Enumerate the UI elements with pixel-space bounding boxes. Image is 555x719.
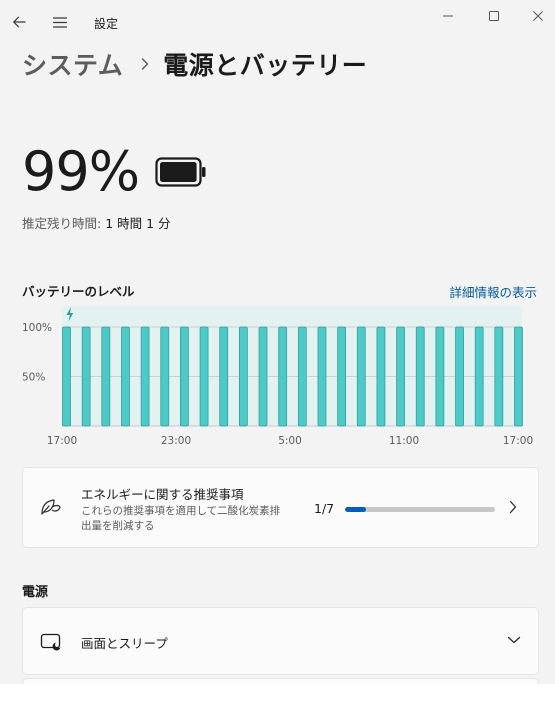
- energy-recommendations-description: これらの推奨事項を適用して二酸化炭素排 出量を削減する: [81, 504, 301, 534]
- battery-level-bar: [415, 326, 425, 427]
- remaining-time-label: 推定残り時間:: [22, 216, 102, 231]
- battery-level-bar: [258, 326, 268, 427]
- remaining-time-value: 1 時間 1 分: [105, 216, 171, 231]
- details-link[interactable]: 詳細情報の表示: [449, 282, 537, 301]
- battery-level-bar: [474, 326, 484, 427]
- battery-level-bar: [199, 326, 209, 427]
- battery-level-bar: [396, 326, 405, 427]
- battery-level-chart[interactable]: 100% 50% 17:00 23:00 5:00 11:00 17:00: [0, 300, 555, 460]
- battery-level-bar: [180, 326, 189, 427]
- battery-level-bar: [376, 326, 386, 427]
- chevron-right-icon: [509, 500, 517, 514]
- energy-recommendations-title: エネルギーに関する推奨事項: [81, 487, 244, 502]
- y-tick-label: 100%: [22, 322, 52, 334]
- minimize-button[interactable]: [431, 4, 465, 28]
- x-tick-label: 23:00: [161, 435, 191, 447]
- remaining-time: 推定残り時間: 1 時間 1 分: [22, 213, 171, 232]
- recommendation-progress-fill: [345, 507, 367, 512]
- recommendation-progress-bar: [345, 507, 495, 512]
- minimize-icon: [443, 15, 453, 17]
- battery-level-bar: [455, 326, 464, 427]
- battery-percentage: 99%: [22, 140, 140, 203]
- back-arrow-icon: [13, 16, 26, 28]
- y-tick-label: 50%: [22, 372, 45, 384]
- battery-level-bar: [238, 326, 248, 427]
- battery-level-bar: [317, 326, 327, 427]
- battery-level-bar: [140, 326, 150, 427]
- battery-level-bar: [514, 326, 523, 427]
- close-button[interactable]: [521, 4, 555, 28]
- screen-and-sleep-label: 画面とスリープ: [81, 636, 168, 651]
- settings-window: 設定 システム 電源とバッテリー 99% 推定残り時間: 1 時間 1 分 バッ…: [0, 0, 555, 684]
- breadcrumb-parent-system[interactable]: システム: [22, 46, 123, 82]
- battery-level-bar: [356, 326, 366, 427]
- battery-full-icon: [155, 157, 206, 187]
- hamburger-menu-icon: [53, 16, 67, 28]
- screen-and-sleep-item[interactable]: 画面とスリープ: [22, 607, 539, 675]
- breadcrumb: システム 電源とバッテリー: [22, 46, 367, 82]
- app-title: 設定: [94, 17, 119, 31]
- recommendation-count: 1/7: [314, 501, 335, 516]
- x-tick-label: 17:00: [47, 435, 77, 447]
- title-bar: 設定: [0, 0, 555, 40]
- x-tick-label: 5:00: [278, 435, 302, 447]
- battery-level-bar: [101, 326, 111, 427]
- maximize-button[interactable]: [477, 4, 511, 28]
- energy-recommendations-card[interactable]: エネルギーに関する推奨事項 これらの推奨事項を適用して二酸化炭素排 出量を削減す…: [22, 467, 539, 548]
- battery-level-bar: [160, 326, 170, 427]
- leaf-recommendation-icon: [41, 499, 61, 515]
- x-tick-label: 17:00: [503, 435, 533, 447]
- page-title: 電源とバッテリー: [163, 51, 368, 80]
- battery-level-bar: [297, 326, 307, 427]
- breadcrumb-separator: [141, 58, 149, 70]
- battery-level-bar: [494, 326, 504, 427]
- next-setting-item[interactable]: [22, 678, 539, 684]
- x-tick-label: 11:00: [389, 435, 419, 447]
- battery-level-bar: [81, 326, 91, 427]
- chevron-right-icon: [142, 58, 149, 70]
- battery-level-bar: [337, 326, 347, 427]
- energy-description-line-2: 出量を削減する: [81, 520, 155, 532]
- maximize-icon: [489, 11, 499, 21]
- battery-level-bar: [219, 326, 229, 427]
- back-button[interactable]: [4, 8, 34, 36]
- chevron-down-icon: [507, 636, 521, 644]
- battery-level-bar: [62, 326, 71, 427]
- battery-level-title: バッテリーのレベル: [22, 284, 135, 299]
- battery-level-bar: [278, 326, 288, 427]
- screen-sleep-icon: [40, 633, 61, 651]
- charging-period-band: [62, 306, 522, 426]
- close-icon: [533, 11, 543, 21]
- battery-level-bar: [121, 326, 130, 427]
- energy-description-line-1: これらの推奨事項を適用して二酸化炭素排: [81, 505, 281, 517]
- nav-menu-button[interactable]: [45, 8, 75, 36]
- battery-level-bar: [435, 326, 445, 427]
- power-section-title: 電源: [22, 585, 49, 600]
